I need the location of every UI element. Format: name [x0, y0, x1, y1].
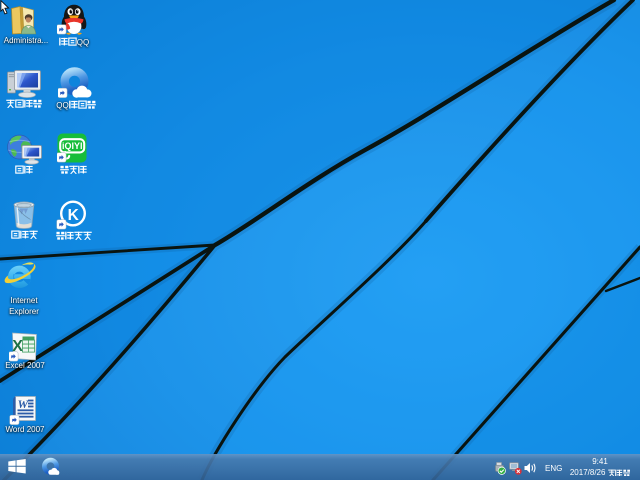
svg-text:K: K	[68, 207, 80, 224]
svg-text:W: W	[18, 397, 30, 411]
svg-text:iQIYI: iQIYI	[62, 141, 83, 151]
